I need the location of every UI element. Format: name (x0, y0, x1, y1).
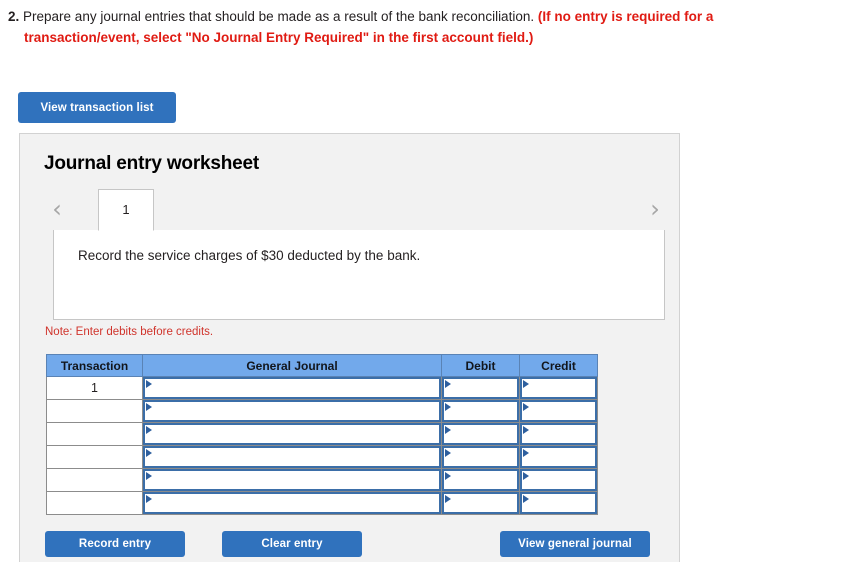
debit-field[interactable] (442, 377, 519, 399)
page-title: Journal entry worksheet (44, 153, 260, 174)
table-row (46, 445, 598, 469)
table-row (46, 468, 598, 492)
cell-debit-field (441, 376, 520, 400)
question-text-red-part2: transaction/event, select "No Journal En… (24, 30, 534, 45)
cell-transaction (46, 468, 143, 492)
cell-debit-field (441, 399, 520, 423)
question-line-2: transaction/event, select "No Journal En… (8, 27, 838, 48)
worksheet-tabstrip: ‹ 1 › (20, 189, 681, 231)
cell-transaction: 1 (46, 376, 143, 400)
question-text-red-part1: (If no entry is required for a (537, 9, 714, 24)
entry-description-text: Record the service charges of $30 deduct… (78, 248, 421, 263)
table-row (46, 399, 598, 423)
cell-credit-field (519, 468, 598, 492)
table-row: 1 (46, 376, 598, 400)
cell-debit-field (441, 422, 520, 446)
cell-debit-field (441, 491, 520, 515)
table-row (46, 422, 598, 446)
record-entry-button[interactable]: Record entry (45, 531, 185, 557)
column-header-general-journal: General Journal (142, 354, 442, 377)
cell-debit-field (441, 445, 520, 469)
chevron-right-icon[interactable]: › (644, 197, 666, 223)
journal-entry-table: Transaction General Journal Debit Credit… (46, 354, 598, 515)
question-prompt: 2. Prepare any journal entries that shou… (8, 6, 838, 48)
journal-entry-panel: Journal entry worksheet ‹ 1 › Record the… (19, 133, 680, 562)
cell-debit-field (441, 468, 520, 492)
view-general-journal-button[interactable]: View general journal (500, 531, 650, 557)
cell-account-field (142, 422, 442, 446)
credit-field[interactable] (520, 492, 597, 514)
cell-account-field (142, 445, 442, 469)
cell-account-field (142, 491, 442, 515)
cell-account-field (142, 468, 442, 492)
cell-transaction (46, 445, 143, 469)
table-header-row: Transaction General Journal Debit Credit (46, 354, 598, 377)
view-transaction-list-button[interactable]: View transaction list (18, 92, 176, 123)
account-field[interactable] (143, 446, 441, 468)
question-number: 2. (8, 9, 20, 24)
account-field[interactable] (143, 400, 441, 422)
debits-before-credits-note: Note: Enter debits before credits. (45, 326, 214, 338)
table-row (46, 491, 598, 515)
cell-credit-field (519, 445, 598, 469)
account-field[interactable] (143, 469, 441, 491)
credit-field[interactable] (520, 446, 597, 468)
question-text-black: Prepare any journal entries that should … (23, 9, 535, 24)
cell-account-field (142, 399, 442, 423)
credit-field[interactable] (520, 469, 597, 491)
column-header-credit: Credit (519, 354, 598, 377)
cell-transaction (46, 422, 143, 446)
debit-field[interactable] (442, 400, 519, 422)
question-line-1: 2. Prepare any journal entries that shou… (8, 6, 838, 27)
column-header-debit: Debit (441, 354, 520, 377)
account-field[interactable] (143, 377, 441, 399)
cell-transaction (46, 399, 143, 423)
cell-account-field (142, 376, 442, 400)
cell-credit-field (519, 491, 598, 515)
clear-entry-button[interactable]: Clear entry (222, 531, 362, 557)
debit-field[interactable] (442, 469, 519, 491)
account-field[interactable] (143, 423, 441, 445)
entry-description-box: Record the service charges of $30 deduct… (53, 230, 665, 320)
cell-transaction (46, 491, 143, 515)
debit-field[interactable] (442, 423, 519, 445)
credit-field[interactable] (520, 423, 597, 445)
tab-entry-1[interactable]: 1 (98, 189, 154, 231)
column-header-transaction: Transaction (46, 354, 143, 377)
credit-field[interactable] (520, 377, 597, 399)
chevron-left-icon[interactable]: ‹ (46, 197, 68, 223)
debit-field[interactable] (442, 446, 519, 468)
cell-credit-field (519, 376, 598, 400)
account-field[interactable] (143, 492, 441, 514)
cell-credit-field (519, 422, 598, 446)
credit-field[interactable] (520, 400, 597, 422)
debit-field[interactable] (442, 492, 519, 514)
cell-credit-field (519, 399, 598, 423)
